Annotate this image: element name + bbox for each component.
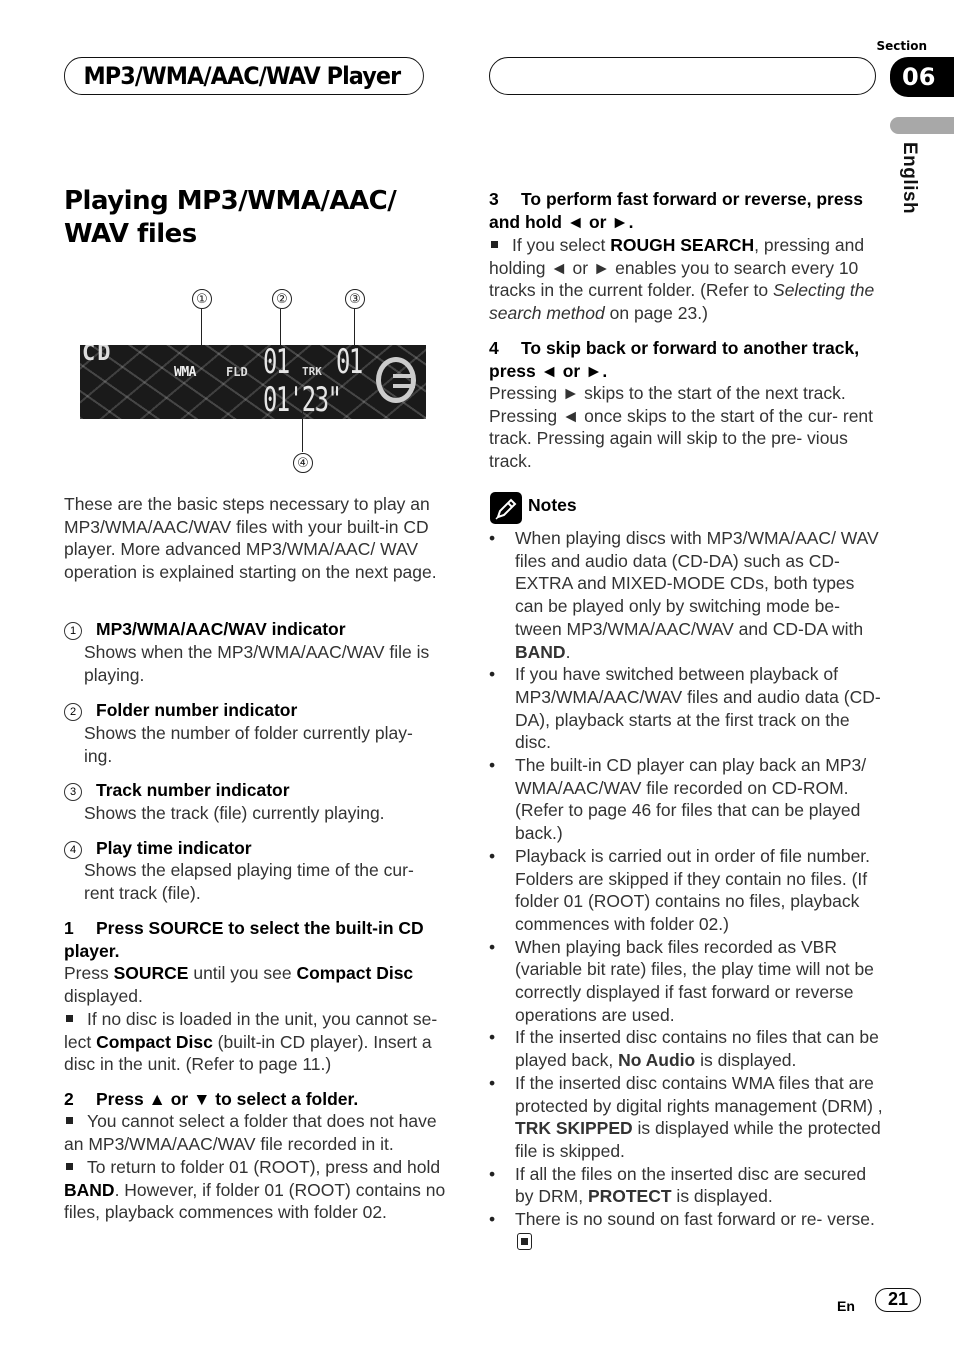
indicator-marker: 2 bbox=[64, 703, 82, 721]
step-number: 4 bbox=[489, 338, 499, 358]
indicator-marker: 3 bbox=[64, 783, 82, 801]
lcd-display: CD WMA FLD 01 TRK 01 01'23" bbox=[80, 345, 426, 419]
indicator-4-description: Shows the elapsed playing time of the cu… bbox=[84, 860, 414, 903]
step-1-heading: 1 Press SOURCE to select the built-in CD … bbox=[64, 917, 454, 962]
leader-line-4 bbox=[302, 410, 303, 452]
square-bullet-icon bbox=[66, 1163, 73, 1170]
step-number: 1 bbox=[64, 918, 74, 938]
indicator-1-description: Shows when the MP3/WMA/AAC/WAV file is p… bbox=[84, 642, 430, 685]
section-number-badge: 06 bbox=[890, 57, 954, 97]
step-heading-text: Press ▲ or ▼ to select a folder. bbox=[96, 1089, 359, 1109]
indicator-2-heading: 2 Folder number indicator bbox=[64, 699, 297, 721]
callout-2: ② bbox=[272, 289, 292, 309]
footer-language-code: En bbox=[837, 1298, 855, 1314]
step-heading-text: Press SOURCE to select the built-in CD p… bbox=[64, 918, 424, 961]
step-2-note-2: To return to folder 01 (ROOT), press and… bbox=[64, 1157, 446, 1223]
note-item: When playing discs with MP3/WMA/AAC/ WAV… bbox=[489, 527, 884, 663]
intro-paragraph: These are the basic steps necessary to p… bbox=[64, 494, 437, 583]
indicator-title: MP3/WMA/AAC/WAV indicator bbox=[96, 619, 346, 639]
note-item: If you have switched between playback of… bbox=[489, 663, 884, 754]
display-figure: ① ② ③ ④ CD WMA FLD 01 TRK 01 01'23" bbox=[80, 285, 430, 475]
indicator-3-heading: 3 Track number indicator bbox=[64, 779, 290, 801]
indicator-title: Play time indicator bbox=[96, 838, 252, 858]
lcd-format-indicator: WMA bbox=[174, 365, 196, 380]
note-item: If the inserted disc contains WMA files … bbox=[489, 1072, 884, 1163]
lcd-background-pattern bbox=[80, 345, 426, 419]
notes-heading: Notes bbox=[528, 495, 577, 515]
lcd-folder-label: FLD bbox=[226, 365, 248, 379]
note-item: If all the files on the inserted disc ar… bbox=[489, 1163, 884, 1208]
step-number: 3 bbox=[489, 189, 499, 209]
step-heading-text: To skip back or forward to another track… bbox=[489, 338, 860, 381]
header-blank-pill bbox=[489, 57, 876, 95]
indicator-title: Track number indicator bbox=[96, 780, 290, 800]
callout-4: ④ bbox=[293, 453, 313, 473]
step-4-body: Pressing ► skips to the start of the nex… bbox=[489, 383, 874, 472]
note-item: There is no sound on fast forward or re-… bbox=[489, 1208, 884, 1253]
language-tab bbox=[890, 117, 954, 134]
callout-1: ① bbox=[192, 289, 212, 309]
pencil-note-icon bbox=[490, 492, 522, 524]
callout-3: ③ bbox=[345, 289, 365, 309]
note-item: If the inserted disc contains no files t… bbox=[489, 1026, 884, 1071]
page-title: Playing MP3/WMA/AAC/ WAV files bbox=[64, 186, 397, 249]
language-label: English bbox=[899, 142, 920, 215]
lcd-track-label: TRK bbox=[302, 365, 322, 378]
square-bullet-icon bbox=[491, 241, 498, 248]
step-1-body: Press SOURCE until you see Compact Disc … bbox=[64, 963, 414, 1006]
step-3-note: If you select ROUGH SEARCH, pressing and… bbox=[489, 235, 875, 324]
lcd-source: CD bbox=[82, 345, 113, 366]
step-number: 2 bbox=[64, 1089, 74, 1109]
step-2-heading: 2 Press ▲ or ▼ to select a folder. bbox=[64, 1088, 454, 1111]
indicator-3-description: Shows the track (file) currently playing… bbox=[84, 803, 385, 823]
step-4-heading: 4 To skip back or forward to another trac… bbox=[489, 337, 884, 382]
step-1-note: If no disc is loaded in the unit, you ca… bbox=[64, 1009, 438, 1075]
note-item: When playing back files recorded as VBR … bbox=[489, 936, 884, 1027]
square-bullet-icon bbox=[66, 1015, 73, 1022]
note-item: The built-in CD player can play back an … bbox=[489, 754, 884, 845]
indicator-title: Folder number indicator bbox=[96, 700, 298, 720]
indicator-marker: 1 bbox=[64, 622, 82, 640]
indicator-4-heading: 4 Play time indicator bbox=[64, 837, 252, 859]
step-3-heading: 3 To perform fast forward or reverse, pre… bbox=[489, 188, 884, 233]
section-label: Section bbox=[876, 39, 927, 53]
step-heading-text: To perform fast forward or reverse, pres… bbox=[489, 189, 864, 232]
square-bullet-icon bbox=[66, 1117, 73, 1124]
note-item: Playback is carried out in order of file… bbox=[489, 845, 884, 936]
chapter-title: MP3/WMA/AAC/WAV Player bbox=[64, 57, 424, 95]
lcd-logo-icon bbox=[376, 357, 416, 403]
indicator-1-heading: 1 MP3/WMA/AAC/WAV indicator bbox=[64, 618, 346, 640]
end-of-section-icon bbox=[517, 1232, 532, 1250]
indicator-2-description: Shows the number of folder currently pla… bbox=[84, 723, 413, 766]
notes-list: When playing discs with MP3/WMA/AAC/ WAV… bbox=[489, 527, 884, 1254]
lcd-track-number: 01 bbox=[336, 345, 363, 382]
indicator-marker: 4 bbox=[64, 841, 82, 859]
page-number: 21 bbox=[875, 1288, 921, 1312]
lcd-folder-number: 01 bbox=[263, 345, 290, 382]
step-2-note-1: You cannot select a folder that does not… bbox=[64, 1111, 437, 1154]
